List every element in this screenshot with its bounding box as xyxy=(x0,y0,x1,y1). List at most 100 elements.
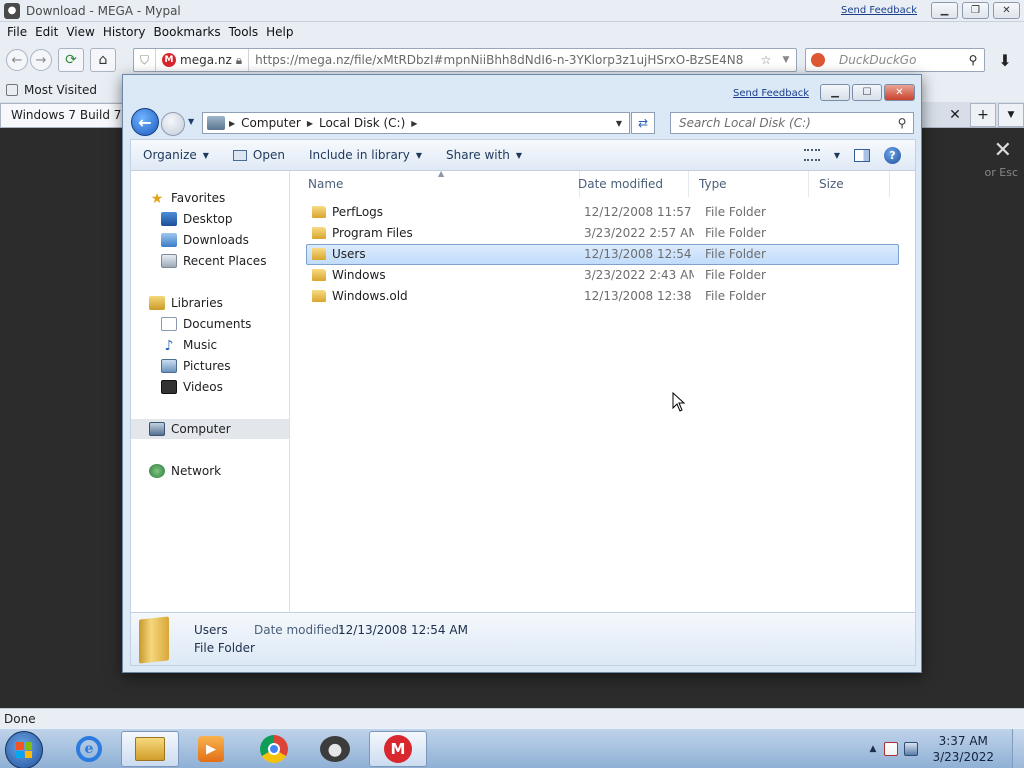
mega-favicon-icon: M xyxy=(162,53,176,67)
star-icon: ★ xyxy=(150,191,164,207)
menu-file[interactable]: File xyxy=(4,25,30,39)
nav-music[interactable]: ♪ Music xyxy=(131,335,289,355)
nav-pictures[interactable]: Pictures xyxy=(131,356,289,376)
taskbar-chrome[interactable] xyxy=(245,731,303,767)
explorer-send-feedback-link[interactable]: Send Feedback xyxy=(733,88,809,99)
file-row[interactable]: Program Files 3/23/2022 2:57 AM File Fol… xyxy=(306,223,899,244)
explorer-address-bar[interactable]: ▶ Computer ▶ Local Disk (C:) ▶ ▼ xyxy=(202,112,630,134)
explorer-close-button[interactable]: ✕ xyxy=(884,84,915,101)
explorer-search-input[interactable]: Search Local Disk (C:) xyxy=(671,116,891,130)
address-dropdown-icon[interactable]: ▼ xyxy=(609,119,629,128)
url-dropdown-icon[interactable]: ▼ xyxy=(776,55,796,65)
reload-button[interactable]: ⟳ xyxy=(58,48,84,72)
breadcrumb-computer[interactable]: Computer xyxy=(235,116,307,130)
site-identity[interactable]: M mega.nz 🔒︎ xyxy=(156,49,250,71)
sort-ascending-icon: ▲ xyxy=(438,169,445,178)
nav-documents[interactable]: Documents xyxy=(131,314,289,334)
url-input[interactable]: https://mega.nz/file/xMtRDbzI#mpnNiiBhh8… xyxy=(249,53,756,67)
change-view-icon[interactable] xyxy=(803,149,820,161)
new-tab-button[interactable]: + xyxy=(970,103,996,127)
menu-edit[interactable]: Edit xyxy=(32,25,61,39)
browser-send-feedback-link[interactable]: Send Feedback xyxy=(841,5,917,16)
breadcrumb-local-disk[interactable]: Local Disk (C:) xyxy=(313,116,411,130)
nav-computer[interactable]: Computer xyxy=(131,419,289,439)
tab-list-button[interactable]: ▼ xyxy=(998,103,1024,127)
search-icon[interactable]: ⚲ xyxy=(891,116,913,130)
recent-pages-dropdown-icon[interactable]: ▼ xyxy=(188,117,194,126)
explorer-back-button[interactable]: ← xyxy=(131,108,159,136)
share-with-button[interactable]: Share with ▼ xyxy=(434,140,534,170)
action-center-flag-icon[interactable] xyxy=(884,742,899,756)
show-desktop-button[interactable] xyxy=(1012,729,1024,768)
bookmark-most-visited[interactable]: Most Visited xyxy=(24,83,97,97)
nav-network[interactable]: Network xyxy=(131,461,289,481)
show-hidden-icons-icon[interactable]: ▲ xyxy=(870,744,877,754)
downloads-button[interactable]: ⬇ xyxy=(992,48,1018,72)
nav-libraries[interactable]: Libraries xyxy=(131,293,289,313)
browser-back-button[interactable]: ← xyxy=(6,49,28,71)
shield-icon[interactable]: ⛉ xyxy=(134,49,156,71)
help-icon[interactable]: ? xyxy=(884,146,901,164)
explorer-window: Send Feedback ▁ ☐ ✕ ← ▼ ▶ Computer ▶ Loc… xyxy=(122,74,922,673)
explorer-body: ★ Favorites Desktop Downloads Recent Pla… xyxy=(130,169,916,613)
system-tray: ▲ 3:37 AM 3/23/2022 xyxy=(870,729,1024,768)
taskbar-windows-explorer[interactable] xyxy=(121,731,179,767)
column-header-size[interactable]: Size xyxy=(809,171,890,197)
nav-downloads[interactable]: Downloads xyxy=(131,230,289,250)
duckduckgo-icon[interactable] xyxy=(811,53,825,67)
clock-date: 3/23/2022 xyxy=(932,750,994,764)
file-row-selected[interactable]: Users 12/13/2008 12:54 ... File Folder xyxy=(306,244,899,265)
close-icon[interactable]: ✕ xyxy=(994,138,1012,163)
browser-minimize-button[interactable]: ▁ xyxy=(931,2,958,19)
nav-videos[interactable]: Videos xyxy=(131,377,289,397)
search-input[interactable]: DuckDuckGo xyxy=(839,53,962,67)
column-header-date[interactable]: Date modified xyxy=(568,171,689,197)
nav-favorites[interactable]: ★ Favorites xyxy=(131,188,289,208)
menu-view[interactable]: View xyxy=(63,25,97,39)
file-row[interactable]: Windows.old 12/13/2008 12:38 ... File Fo… xyxy=(306,286,899,307)
menu-help[interactable]: Help xyxy=(263,25,296,39)
menu-tools[interactable]: Tools xyxy=(226,25,262,39)
search-bar[interactable]: DuckDuckGo ⚲ xyxy=(805,48,985,72)
taskbar-internet-explorer[interactable]: e xyxy=(60,731,118,767)
organize-button[interactable]: Organize ▼ xyxy=(131,140,221,170)
mypal-raccoon-icon xyxy=(320,736,350,762)
menu-history[interactable]: History xyxy=(100,25,149,39)
desktop-icon xyxy=(161,212,177,226)
explorer-search-box[interactable]: Search Local Disk (C:) ⚲ xyxy=(670,112,914,134)
explorer-forward-button[interactable] xyxy=(161,112,185,136)
include-in-library-button[interactable]: Include in library ▼ xyxy=(297,140,434,170)
browser-restore-button[interactable]: ❐ xyxy=(962,2,989,19)
menu-bookmarks[interactable]: Bookmarks xyxy=(151,25,224,39)
esc-hint: or Esc xyxy=(984,166,1018,179)
browser-close-button[interactable]: ✕ xyxy=(993,2,1020,19)
start-button[interactable] xyxy=(5,731,43,768)
taskbar-mypal[interactable] xyxy=(306,731,364,767)
open-button[interactable]: Open xyxy=(221,140,297,170)
file-row[interactable]: PerfLogs 12/12/2008 11:57 ... File Folde… xyxy=(306,202,899,223)
explorer-maximize-button[interactable]: ☐ xyxy=(852,84,882,101)
browser-titlebar: ● Download - MEGA - Mypal Send Feedback … xyxy=(0,0,1024,22)
home-button[interactable]: ⌂ xyxy=(90,48,116,72)
tab-windows7[interactable]: Windows 7 Build 70 xyxy=(0,102,130,127)
browser-forward-button[interactable]: → xyxy=(30,49,52,71)
preview-pane-icon[interactable] xyxy=(854,148,870,162)
taskbar-media-player[interactable]: ▶ xyxy=(182,731,240,767)
bookmark-star-icon[interactable]: ☆ xyxy=(756,53,776,67)
breadcrumb-separator-icon[interactable]: ▶ xyxy=(411,119,417,128)
column-header-type[interactable]: Type xyxy=(689,171,809,197)
url-bar[interactable]: ⛉ M mega.nz 🔒︎ https://mega.nz/file/xMtR… xyxy=(133,48,797,72)
network-status-icon[interactable] xyxy=(904,742,919,756)
search-icon[interactable]: ⚲ xyxy=(962,53,984,67)
nav-desktop[interactable]: Desktop xyxy=(131,209,289,229)
view-dropdown-icon[interactable]: ▼ xyxy=(834,151,840,160)
clock[interactable]: 3:37 AM 3/23/2022 xyxy=(924,733,1012,765)
explorer-minimize-button[interactable]: ▁ xyxy=(820,84,850,101)
column-header-name[interactable]: Name ▲ xyxy=(290,169,580,197)
refresh-button[interactable]: ⇄ xyxy=(631,112,655,134)
tab-close-button[interactable]: ✕ xyxy=(942,103,968,127)
taskbar-mega[interactable]: M xyxy=(369,731,427,767)
nav-recent-places[interactable]: Recent Places xyxy=(131,251,289,271)
file-row[interactable]: Windows 3/23/2022 2:43 AM File Folder xyxy=(306,265,899,286)
explorer-titlebar[interactable]: Send Feedback ▁ ☐ ✕ xyxy=(123,75,921,107)
